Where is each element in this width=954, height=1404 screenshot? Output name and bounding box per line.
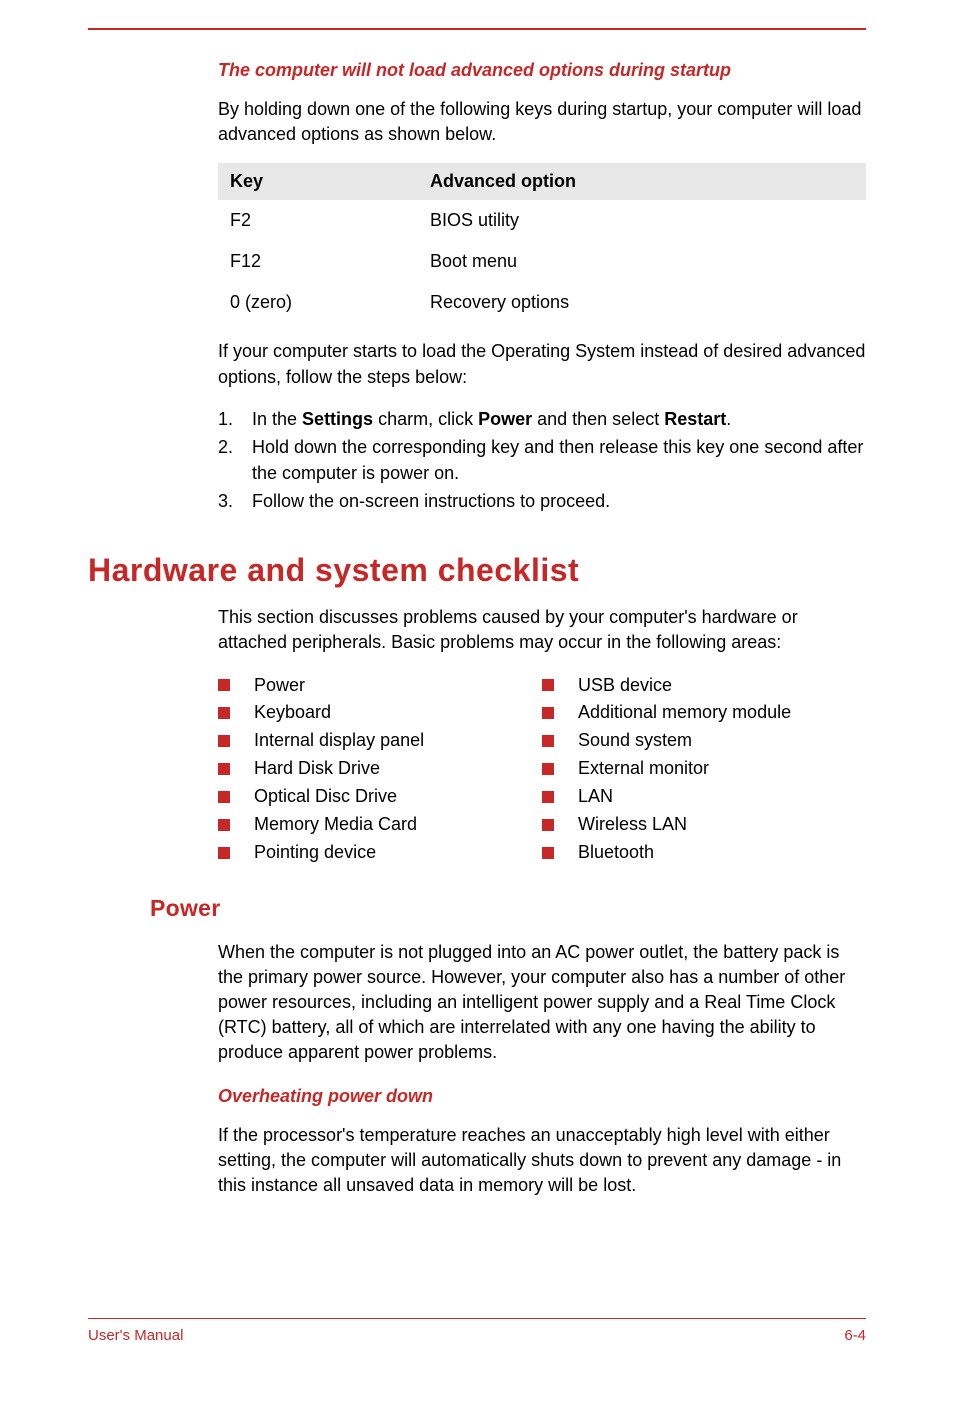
step-bold: Power (478, 409, 532, 429)
item-label: External monitor (578, 755, 709, 783)
cell-key: F12 (230, 251, 430, 272)
item-label: Sound system (578, 727, 692, 755)
item-label: USB device (578, 672, 672, 700)
list-item: Power (218, 672, 542, 700)
list-item: Sound system (542, 727, 866, 755)
list-item: Bluetooth (542, 839, 866, 867)
left-list: Power Keyboard Internal display panel Ha… (218, 672, 542, 867)
overheating-paragraph: If the processor's temperature reaches a… (218, 1123, 866, 1199)
item-label: Additional memory module (578, 699, 791, 727)
bullet-icon (542, 847, 554, 859)
step-text: In the Settings charm, click Power and t… (252, 406, 866, 432)
bullet-icon (218, 679, 230, 691)
step-bold: Settings (302, 409, 373, 429)
list-item: 2. Hold down the corresponding key and t… (218, 434, 866, 486)
step-text-part: and then select (532, 409, 664, 429)
cell-option: Recovery options (430, 292, 854, 313)
hardware-intro-text: This section discusses problems caused b… (218, 605, 866, 655)
power-paragraph: When the computer is not plugged into an… (218, 940, 866, 1066)
step-text: Follow the on-screen instructions to pro… (252, 488, 866, 514)
item-label: Pointing device (254, 839, 376, 867)
after-table-text: If your computer starts to load the Oper… (218, 339, 866, 389)
bullet-icon (542, 763, 554, 775)
cell-key: 0 (zero) (230, 292, 430, 313)
step-text: Hold down the corresponding key and then… (252, 434, 866, 486)
header-option: Advanced option (430, 171, 854, 192)
step-number: 2. (218, 434, 252, 486)
bullet-icon (542, 679, 554, 691)
item-label: Keyboard (254, 699, 331, 727)
footer-left: User's Manual (88, 1327, 183, 1344)
list-item: Hard Disk Drive (218, 755, 542, 783)
bullet-icon (218, 819, 230, 831)
item-label: Bluetooth (578, 839, 654, 867)
step-bold: Restart (664, 409, 726, 429)
step-number: 3. (218, 488, 252, 514)
item-label: Optical Disc Drive (254, 783, 397, 811)
item-label: Power (254, 672, 305, 700)
right-list: USB device Additional memory module Soun… (542, 672, 866, 867)
step-text-part: charm, click (373, 409, 478, 429)
key-table: Key Advanced option F2 BIOS utility F12 … (218, 163, 866, 323)
header-key: Key (230, 171, 430, 192)
bullet-icon (218, 735, 230, 747)
step-text-part: . (726, 409, 731, 429)
bullet-icon (218, 763, 230, 775)
bullet-icon (542, 735, 554, 747)
list-item: Additional memory module (542, 699, 866, 727)
item-label: Memory Media Card (254, 811, 417, 839)
overheating-heading: Overheating power down (218, 1086, 866, 1107)
list-item: Memory Media Card (218, 811, 542, 839)
list-item: External monitor (542, 755, 866, 783)
table-row: F12 Boot menu (218, 241, 866, 282)
list-item: LAN (542, 783, 866, 811)
bullet-icon (218, 847, 230, 859)
step-number: 1. (218, 406, 252, 432)
list-item: Internal display panel (218, 727, 542, 755)
list-item: 1. In the Settings charm, click Power an… (218, 406, 866, 432)
table-header-row: Key Advanced option (218, 163, 866, 200)
top-divider (88, 28, 866, 30)
steps-list: 1. In the Settings charm, click Power an… (218, 406, 866, 514)
list-item: Optical Disc Drive (218, 783, 542, 811)
page-footer: User's Manual 6-4 (88, 1319, 866, 1344)
item-label: Hard Disk Drive (254, 755, 380, 783)
table-row: F2 BIOS utility (218, 200, 866, 241)
bullet-icon (542, 791, 554, 803)
item-label: LAN (578, 783, 613, 811)
list-item: Keyboard (218, 699, 542, 727)
bullet-icon (218, 791, 230, 803)
hardware-areas-lists: Power Keyboard Internal display panel Ha… (218, 672, 866, 867)
item-label: Wireless LAN (578, 811, 687, 839)
item-label: Internal display panel (254, 727, 424, 755)
startup-options-heading: The computer will not load advanced opti… (218, 60, 866, 81)
step-text-part: In the (252, 409, 302, 429)
table-row: 0 (zero) Recovery options (218, 282, 866, 323)
list-item: 3. Follow the on-screen instructions to … (218, 488, 866, 514)
power-heading: Power (150, 895, 866, 922)
cell-option: Boot menu (430, 251, 854, 272)
cell-key: F2 (230, 210, 430, 231)
list-item: Wireless LAN (542, 811, 866, 839)
bullet-icon (542, 707, 554, 719)
list-item: Pointing device (218, 839, 542, 867)
bullet-icon (542, 819, 554, 831)
startup-intro-text: By holding down one of the following key… (218, 97, 866, 147)
bullet-icon (218, 707, 230, 719)
hardware-checklist-heading: Hardware and system checklist (88, 552, 866, 589)
list-item: USB device (542, 672, 866, 700)
footer-right: 6-4 (844, 1327, 866, 1344)
cell-option: BIOS utility (430, 210, 854, 231)
